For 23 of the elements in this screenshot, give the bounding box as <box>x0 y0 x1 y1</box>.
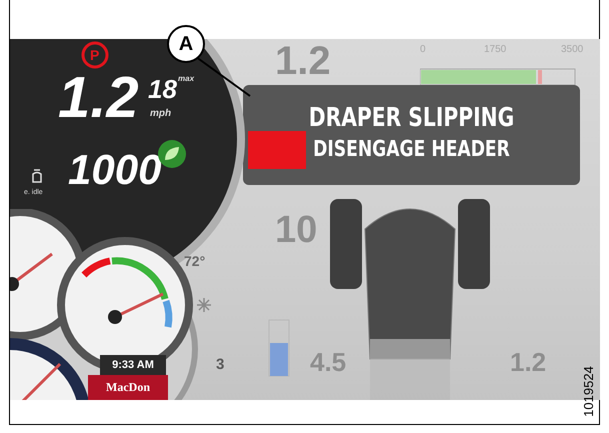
rpm-value: 1000 <box>68 149 162 191</box>
gear-value: 3 <box>216 357 224 372</box>
speed-unit: mph <box>150 109 172 119</box>
alert-title: DRAPER SLIPPING <box>308 105 516 131</box>
level-bar-drawing <box>268 319 290 377</box>
clock-label: 9:33 AM <box>100 355 166 375</box>
engine-icon <box>30 169 44 185</box>
temperature-value: 72° <box>184 254 206 268</box>
background-speed: 1.2 <box>275 41 331 81</box>
brand-logo: MacDon <box>88 375 168 400</box>
snowflake-icon <box>196 297 212 313</box>
max-label: max <box>178 75 194 83</box>
background-reading: 10 <box>275 211 318 249</box>
figure-number: 1019524 <box>580 366 596 417</box>
speed-value: 1.2 <box>58 69 139 127</box>
background-reading: 1.2 <box>510 349 546 375</box>
background-reading: 4.5 <box>310 349 346 375</box>
alert-indicator <box>248 131 306 169</box>
alert-message: DISENGAGE HEADER <box>312 139 511 161</box>
max-speed-value: 18 <box>148 76 177 102</box>
parking-label: P <box>90 48 100 62</box>
callout-label: A <box>167 25 205 63</box>
parking-brake-icon <box>80 41 110 69</box>
